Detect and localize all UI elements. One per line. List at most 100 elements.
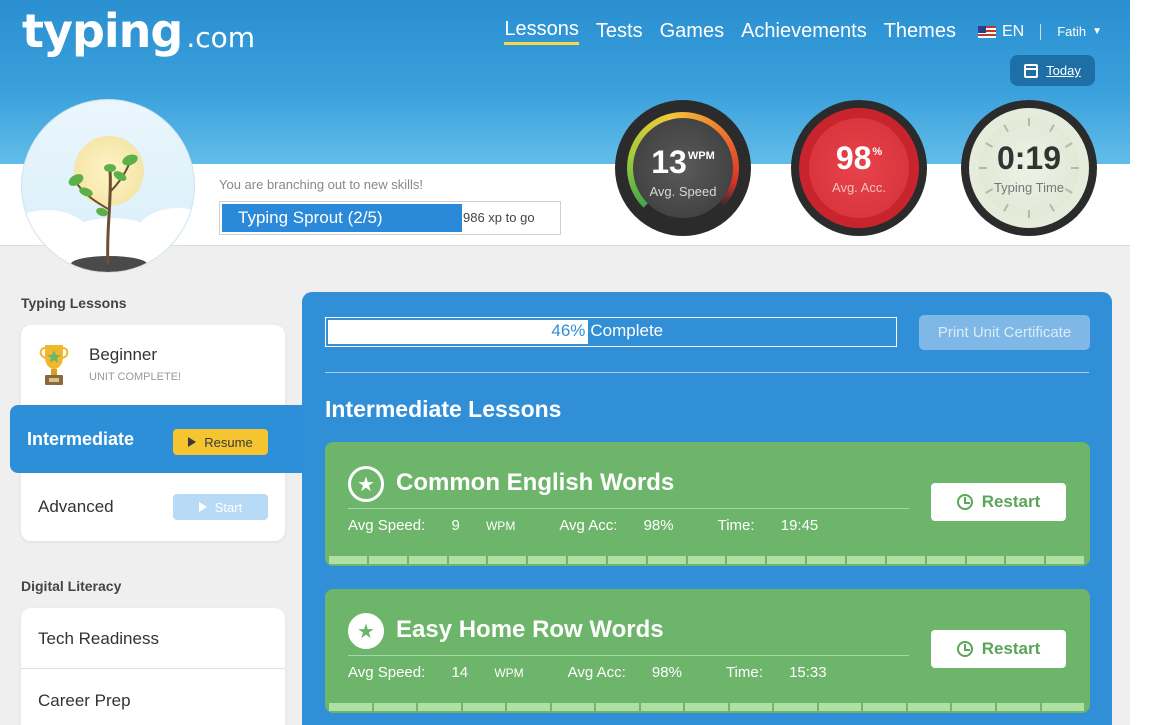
nav-themes[interactable]: Themes	[884, 20, 956, 43]
clock-tick	[1028, 118, 1030, 126]
unit-progress-bar: 46% Complete	[325, 317, 897, 347]
nav-lessons[interactable]: Lessons	[504, 18, 579, 45]
clock-tick	[1028, 210, 1030, 218]
segment	[767, 556, 806, 564]
start-label: Start	[214, 499, 243, 515]
segment	[1046, 556, 1085, 564]
segment	[596, 703, 639, 711]
restart-icon	[956, 494, 973, 510]
scroll-gutter	[1130, 0, 1152, 725]
segment	[1041, 703, 1085, 711]
nav-tests[interactable]: Tests	[596, 20, 643, 43]
segment	[418, 703, 461, 711]
logo-name: typing	[22, 4, 183, 58]
acc-stat-value: 98%	[643, 517, 674, 534]
lesson-card[interactable]: ★ Common English Words Avg Speed: 9 WPM …	[325, 442, 1090, 566]
user-menu[interactable]: Fatih ▼	[1057, 24, 1102, 39]
lesson-title: Easy Home Row Words	[396, 616, 664, 643]
lesson-stats: Avg Speed: 14 WPM Avg Acc: 98% Time: 15:…	[348, 664, 871, 681]
flag-icon	[977, 25, 996, 38]
lesson-speed: Avg Speed: 9 WPM	[348, 517, 537, 534]
nav-games[interactable]: Games	[660, 20, 724, 43]
beginner-status: UNIT COMPLETE!	[89, 371, 182, 383]
level-label: Typing Sprout (2/5)	[222, 204, 462, 232]
time-label: Typing Time	[993, 180, 1065, 195]
lesson-progress-segments	[329, 556, 1086, 564]
user-name: Fatih	[1057, 24, 1087, 39]
nav-achievements[interactable]: Achievements	[741, 20, 867, 43]
segment	[640, 703, 684, 711]
level-progress: Typing Sprout (2/5) 986 xp to go	[219, 201, 561, 235]
unit-advanced[interactable]: Advanced Start	[21, 473, 285, 541]
segment	[528, 556, 567, 564]
restart-button[interactable]: Restart	[931, 630, 1066, 668]
speed-stat-label: Avg Speed:	[348, 664, 426, 681]
segment	[368, 556, 407, 564]
page: typing .com Lessons Tests Games Achievem…	[0, 0, 1130, 725]
unit-progress-fill	[328, 320, 589, 344]
segment	[727, 556, 766, 564]
top-nav: Lessons Tests Games Achievements Themes …	[487, 18, 1102, 45]
start-button[interactable]: Start	[173, 494, 268, 520]
segment	[907, 703, 951, 711]
unit-beginner[interactable]: Beginner UNIT COMPLETE!	[21, 325, 285, 393]
segment	[647, 556, 686, 564]
segment	[685, 703, 728, 711]
time-gauge: 0:19 Typing Time	[961, 100, 1097, 236]
speed-stat-unit: WPM	[494, 666, 524, 680]
segment	[329, 556, 367, 564]
speed-label: Avg. Speed	[649, 184, 717, 199]
logo[interactable]: typing .com	[22, 4, 255, 58]
intermediate-label: Intermediate	[27, 429, 135, 449]
segment	[373, 703, 417, 711]
xp-to-go: 986 xp to go	[463, 210, 535, 225]
speed-stat-value: 14	[451, 664, 469, 681]
segment	[863, 703, 906, 711]
segment	[886, 556, 925, 564]
beginner-text: Beginner UNIT COMPLETE!	[89, 345, 181, 383]
segment	[818, 703, 862, 711]
segment	[729, 703, 773, 711]
unit-progress-label: Complete	[590, 321, 664, 340]
unit-career-prep[interactable]: Career Prep	[21, 670, 285, 725]
time-value: 0:19	[996, 140, 1062, 176]
unit-progress-percent: 46%	[551, 321, 586, 340]
today-label: Today	[1046, 63, 1081, 78]
segment	[926, 556, 965, 564]
restart-icon	[956, 641, 973, 657]
segment	[408, 556, 447, 564]
section-title: Intermediate Lessons	[325, 396, 562, 422]
segment	[966, 556, 1005, 564]
language-label: EN	[1001, 22, 1025, 40]
avatar	[21, 99, 195, 273]
today-button[interactable]: Today	[1010, 55, 1095, 86]
speed-value: 13WPM	[619, 144, 747, 181]
segment	[607, 556, 646, 564]
speed-stat-label: Avg Speed:	[348, 517, 426, 534]
accuracy-label: Avg. Acc.	[832, 180, 886, 195]
time-stat-label: Time:	[725, 664, 763, 681]
acc-stat-label: Avg Acc:	[567, 664, 626, 681]
unit-intermediate[interactable]: Intermediate Resume	[10, 405, 303, 473]
lesson-divider	[348, 508, 909, 509]
chevron-down-icon: ▼	[1092, 26, 1102, 37]
speed-unit: WPM	[687, 150, 715, 162]
accuracy-unit: %	[872, 146, 883, 158]
segment	[507, 703, 550, 711]
speed-number: 13	[651, 144, 687, 180]
lesson-title: Common English Words	[396, 469, 675, 496]
tech-readiness-label: Tech Readiness	[38, 629, 159, 648]
speed-stat-value: 9	[451, 517, 460, 534]
segment	[807, 556, 845, 564]
segment	[462, 703, 506, 711]
language-selector[interactable]: EN	[977, 22, 1025, 41]
restart-button[interactable]: Restart	[931, 483, 1066, 521]
lesson-time: Time: 15:33	[726, 664, 849, 681]
print-certificate-button[interactable]: Print Unit Certificate	[919, 315, 1090, 350]
play-icon	[188, 437, 197, 447]
lesson-stats: Avg Speed: 9 WPM Avg Acc: 98% Time: 19:4…	[348, 517, 862, 534]
resume-button[interactable]: Resume	[173, 429, 268, 455]
lesson-card[interactable]: ★ Easy Home Row Words Avg Speed: 14 WPM …	[325, 589, 1090, 713]
unit-tech-readiness[interactable]: Tech Readiness	[21, 608, 285, 669]
time-stat-value: 19:45	[780, 517, 819, 534]
